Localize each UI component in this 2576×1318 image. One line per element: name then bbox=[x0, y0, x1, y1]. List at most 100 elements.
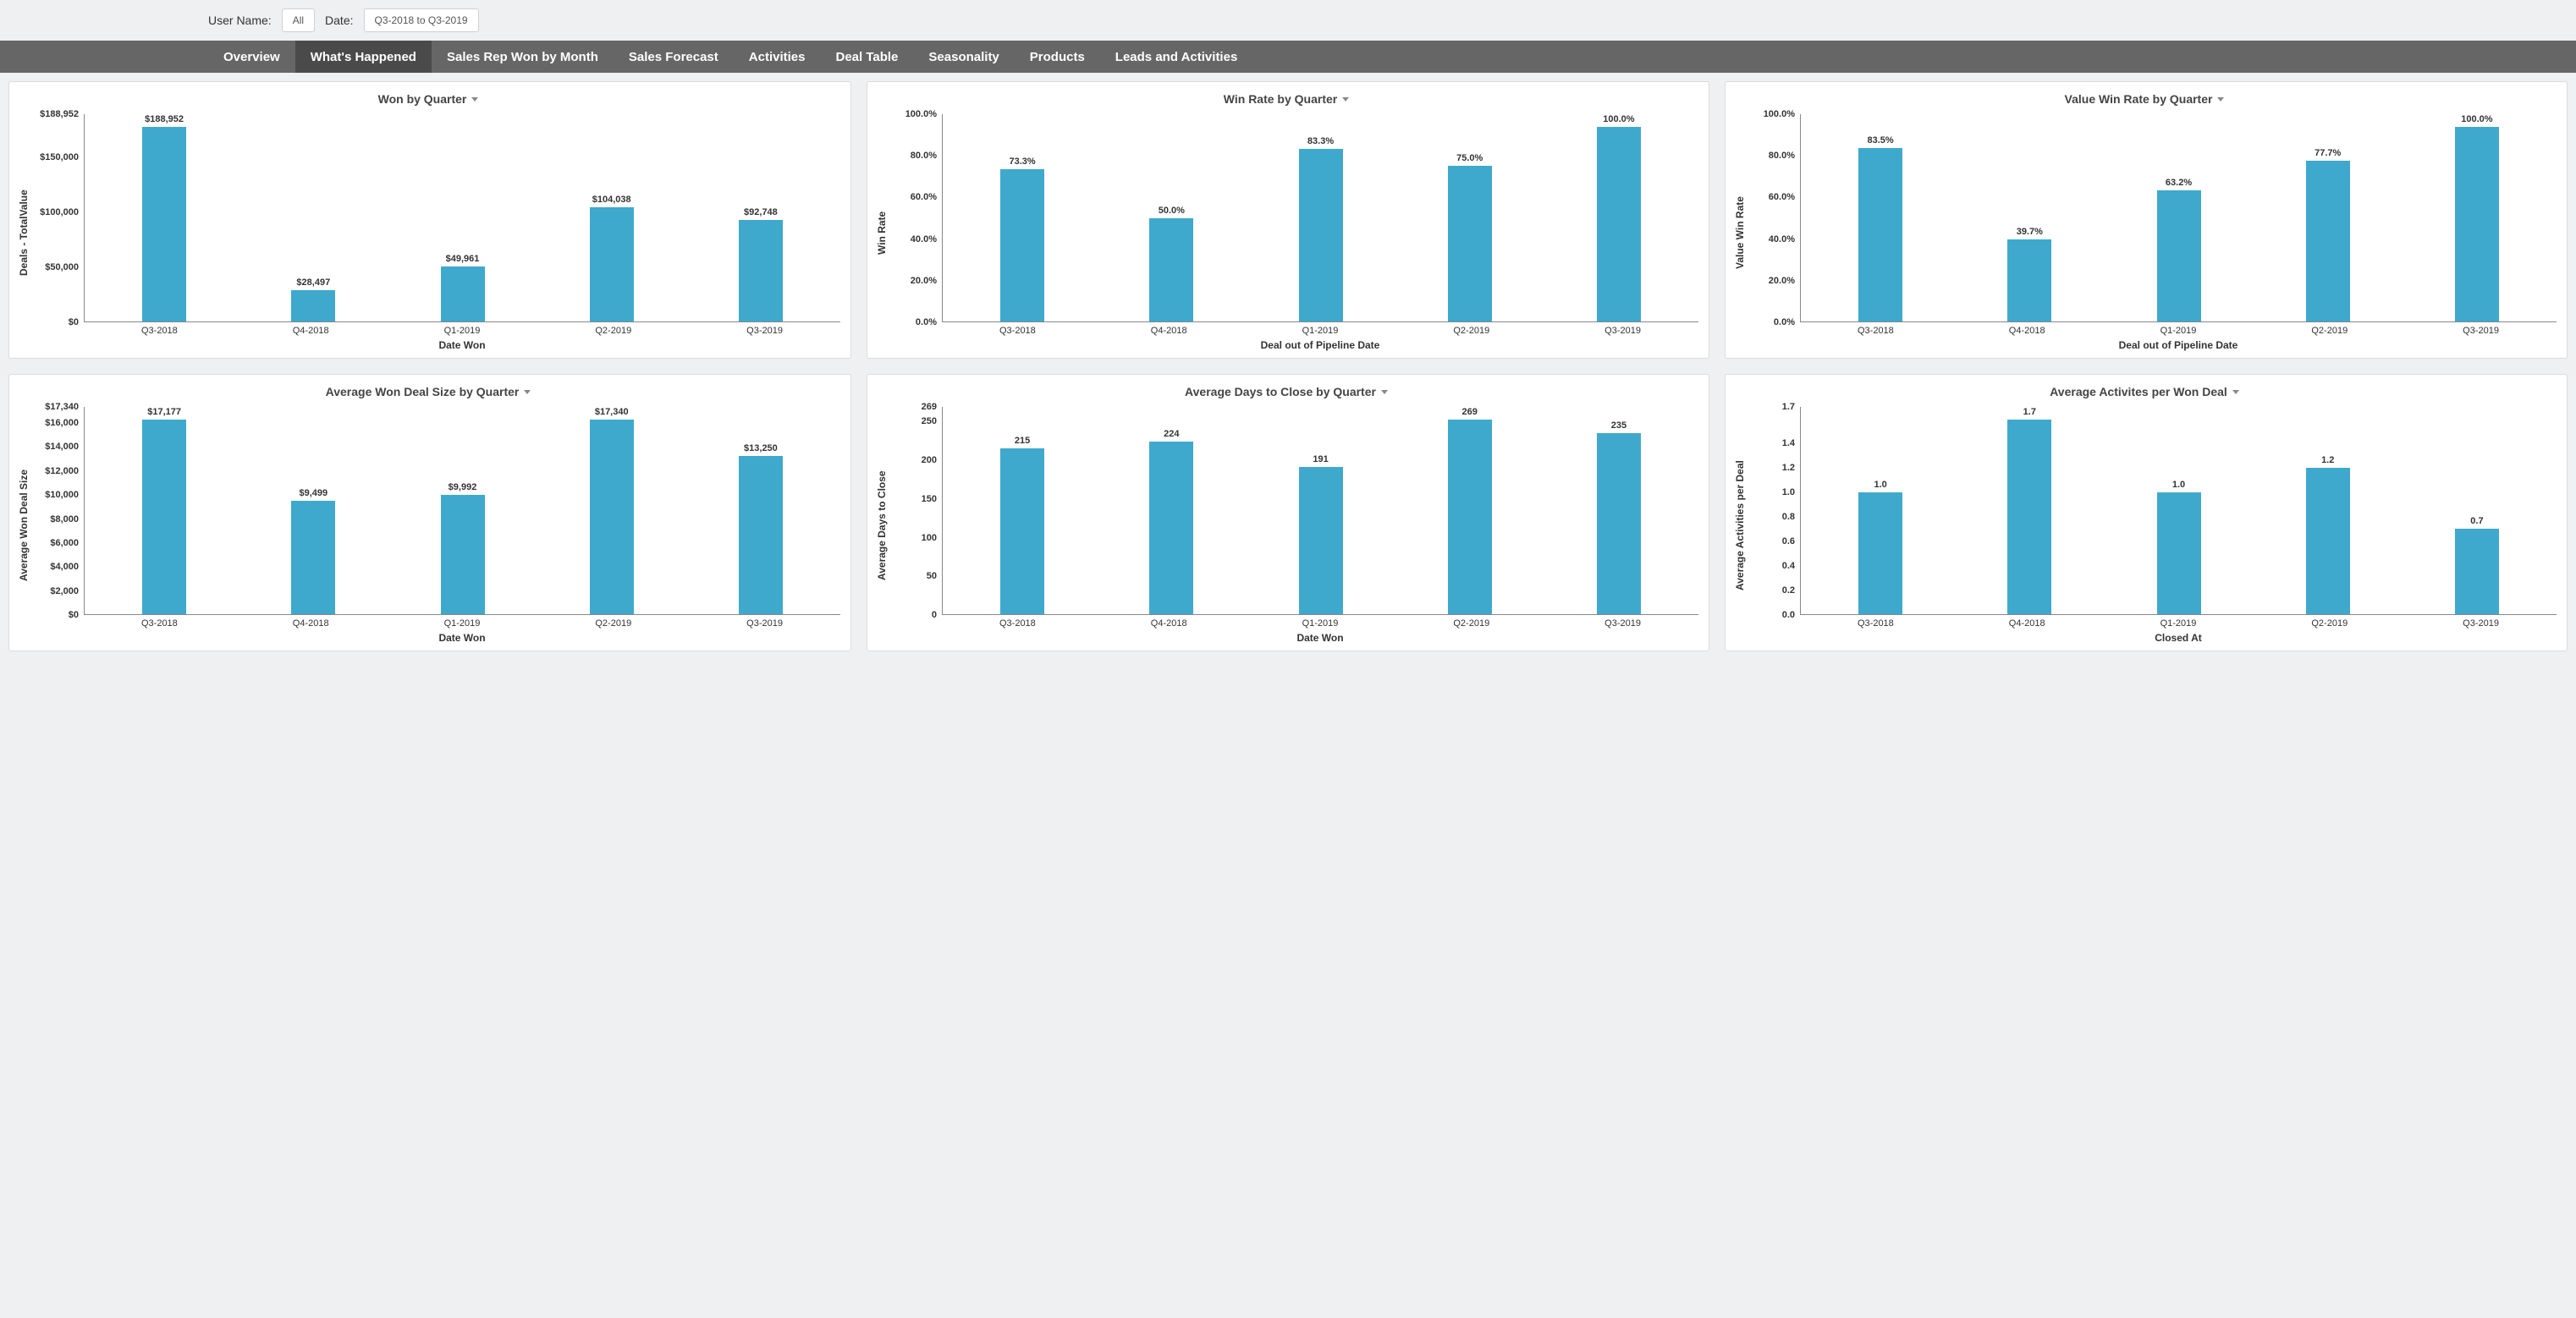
tab-activities[interactable]: Activities bbox=[734, 41, 821, 73]
bar-slot: 50.0% bbox=[1097, 114, 1246, 321]
xtick: Q3-2019 bbox=[1547, 322, 1698, 336]
panel-title-win-rate-by-quarter[interactable]: Win Rate by Quarter bbox=[874, 92, 1698, 106]
bar-slot: 191 bbox=[1246, 407, 1395, 614]
bar-slot: $9,499 bbox=[239, 407, 388, 614]
bar[interactable] bbox=[590, 207, 634, 321]
bar[interactable] bbox=[2455, 127, 2499, 321]
bar[interactable] bbox=[1000, 448, 1044, 614]
bar-value-label: 224 bbox=[1164, 429, 1179, 439]
bar[interactable] bbox=[739, 456, 783, 614]
tab-what-s-happened[interactable]: What's Happened bbox=[295, 41, 432, 73]
caret-down-icon bbox=[1342, 97, 1349, 102]
ytick: 100.0% bbox=[1764, 109, 1795, 119]
bar[interactable] bbox=[2157, 492, 2201, 614]
bar[interactable] bbox=[590, 420, 634, 614]
bar-value-label: 75.0% bbox=[1456, 153, 1483, 163]
ytick: 40.0% bbox=[1769, 234, 1795, 244]
bar[interactable] bbox=[1000, 169, 1044, 321]
yaxis: 0.0%20.0%40.0%60.0%80.0%100.0% bbox=[1748, 114, 1800, 322]
bar[interactable] bbox=[2455, 529, 2499, 614]
panel-avg-won-deal-size-by-quarter: Average Won Deal Size by QuarterAverage … bbox=[8, 374, 851, 651]
ylabel: Deals - TotalValue bbox=[16, 114, 31, 351]
xtick: Q3-2018 bbox=[1800, 322, 1951, 336]
xtick: Q3-2018 bbox=[1800, 615, 1951, 629]
panel-title-won-by-quarter[interactable]: Won by Quarter bbox=[16, 92, 840, 106]
xtick: Q3-2018 bbox=[942, 322, 1093, 336]
xtick: Q2-2019 bbox=[1395, 615, 1547, 629]
tab-leads-and-activities[interactable]: Leads and Activities bbox=[1100, 41, 1253, 73]
tab-products[interactable]: Products bbox=[1015, 41, 1100, 73]
ytick: $10,000 bbox=[45, 490, 79, 500]
bar-value-label: 1.2 bbox=[2321, 455, 2334, 465]
panel-title-avg-activities-per-won-deal[interactable]: Average Activites per Won Deal bbox=[1732, 385, 2557, 398]
ytick: 0.0% bbox=[1774, 317, 1795, 327]
bar-slot: 83.3% bbox=[1246, 114, 1395, 321]
ytick: $150,000 bbox=[40, 152, 79, 162]
user-name-select[interactable]: All bbox=[282, 8, 315, 32]
ytick: 0 bbox=[932, 610, 937, 620]
bar[interactable] bbox=[1448, 166, 1492, 321]
panel-win-rate-by-quarter: Win Rate by QuarterWin Rate0.0%20.0%40.0… bbox=[867, 81, 1709, 359]
bar-value-label: 0.7 bbox=[2470, 516, 2483, 526]
ytick: 0.4 bbox=[1782, 561, 1795, 571]
bar[interactable] bbox=[2306, 468, 2350, 614]
ytick: 60.0% bbox=[1769, 192, 1795, 202]
bar[interactable] bbox=[1149, 442, 1193, 614]
panel-title-text: Average Days to Close by Quarter bbox=[1185, 385, 1376, 398]
ytick: 60.0% bbox=[911, 192, 937, 202]
tab-sales-forecast[interactable]: Sales Forecast bbox=[614, 41, 734, 73]
bar[interactable] bbox=[291, 290, 335, 321]
xtick: Q1-2019 bbox=[2103, 322, 2254, 336]
bar[interactable] bbox=[1858, 492, 1902, 614]
bar-slot: 39.7% bbox=[1955, 114, 2104, 321]
plot-area: $17,177$9,499$9,992$17,340$13,250 bbox=[84, 407, 840, 615]
tab-seasonality[interactable]: Seasonality bbox=[913, 41, 1014, 73]
bar[interactable] bbox=[1597, 433, 1641, 614]
bar[interactable] bbox=[1858, 148, 1902, 321]
ytick: $2,000 bbox=[50, 586, 79, 596]
bar[interactable] bbox=[2306, 161, 2350, 321]
bar-value-label: 100.0% bbox=[2461, 114, 2492, 124]
ytick: 100.0% bbox=[905, 109, 937, 119]
ytick: $12,000 bbox=[45, 466, 79, 476]
ytick: 150 bbox=[922, 494, 937, 504]
bar[interactable] bbox=[142, 420, 186, 614]
date-range-select[interactable]: Q3-2018 to Q3-2019 bbox=[364, 8, 479, 32]
plot-area: 83.5%39.7%63.2%77.7%100.0% bbox=[1800, 114, 2557, 322]
bar[interactable] bbox=[142, 127, 186, 321]
bar[interactable] bbox=[1448, 420, 1492, 614]
bar[interactable] bbox=[1299, 149, 1343, 321]
ytick: $14,000 bbox=[45, 442, 79, 452]
panel-title-text: Won by Quarter bbox=[378, 92, 467, 106]
bar[interactable] bbox=[2157, 190, 2201, 321]
bar-value-label: 77.7% bbox=[2315, 148, 2341, 158]
xaxis: Q3-2018Q4-2018Q1-2019Q2-2019Q3-2019 bbox=[889, 615, 1698, 629]
xaxis: Q3-2018Q4-2018Q1-2019Q2-2019Q3-2019 bbox=[889, 322, 1698, 336]
bar[interactable] bbox=[1299, 467, 1343, 614]
panel-title-value-win-rate-by-quarter[interactable]: Value Win Rate by Quarter bbox=[1732, 92, 2557, 106]
bar-value-label: 100.0% bbox=[1603, 114, 1634, 124]
xtick: Q2-2019 bbox=[2254, 322, 2405, 336]
panel-value-win-rate-by-quarter: Value Win Rate by QuarterValue Win Rate0… bbox=[1725, 81, 2568, 359]
bar[interactable] bbox=[291, 501, 335, 614]
tab-overview[interactable]: Overview bbox=[208, 41, 295, 73]
chart-avg-activities-per-won-deal: Average Activities per Deal0.00.20.40.60… bbox=[1732, 407, 2557, 644]
ytick: $17,340 bbox=[45, 402, 79, 412]
panel-title-avg-days-to-close-by-quarter[interactable]: Average Days to Close by Quarter bbox=[874, 385, 1698, 398]
date-label: Date: bbox=[325, 14, 353, 27]
bar-slot: 83.5% bbox=[1806, 114, 1955, 321]
bar[interactable] bbox=[441, 495, 485, 614]
bar-value-label: 83.3% bbox=[1307, 136, 1334, 146]
bar[interactable] bbox=[1597, 127, 1641, 321]
ytick: 0.2 bbox=[1782, 585, 1795, 596]
bar[interactable] bbox=[2007, 239, 2051, 321]
panel-title-avg-won-deal-size-by-quarter[interactable]: Average Won Deal Size by Quarter bbox=[16, 385, 840, 398]
bar[interactable] bbox=[1149, 218, 1193, 322]
bar[interactable] bbox=[739, 220, 783, 321]
bar-slot: $49,961 bbox=[388, 114, 537, 321]
bar[interactable] bbox=[2007, 420, 2051, 614]
filter-bar: User Name: All Date: Q3-2018 to Q3-2019 bbox=[0, 0, 2576, 41]
bar[interactable] bbox=[441, 266, 485, 321]
tab-sales-rep-won-by-month[interactable]: Sales Rep Won by Month bbox=[432, 41, 614, 73]
tab-deal-table[interactable]: Deal Table bbox=[820, 41, 913, 73]
